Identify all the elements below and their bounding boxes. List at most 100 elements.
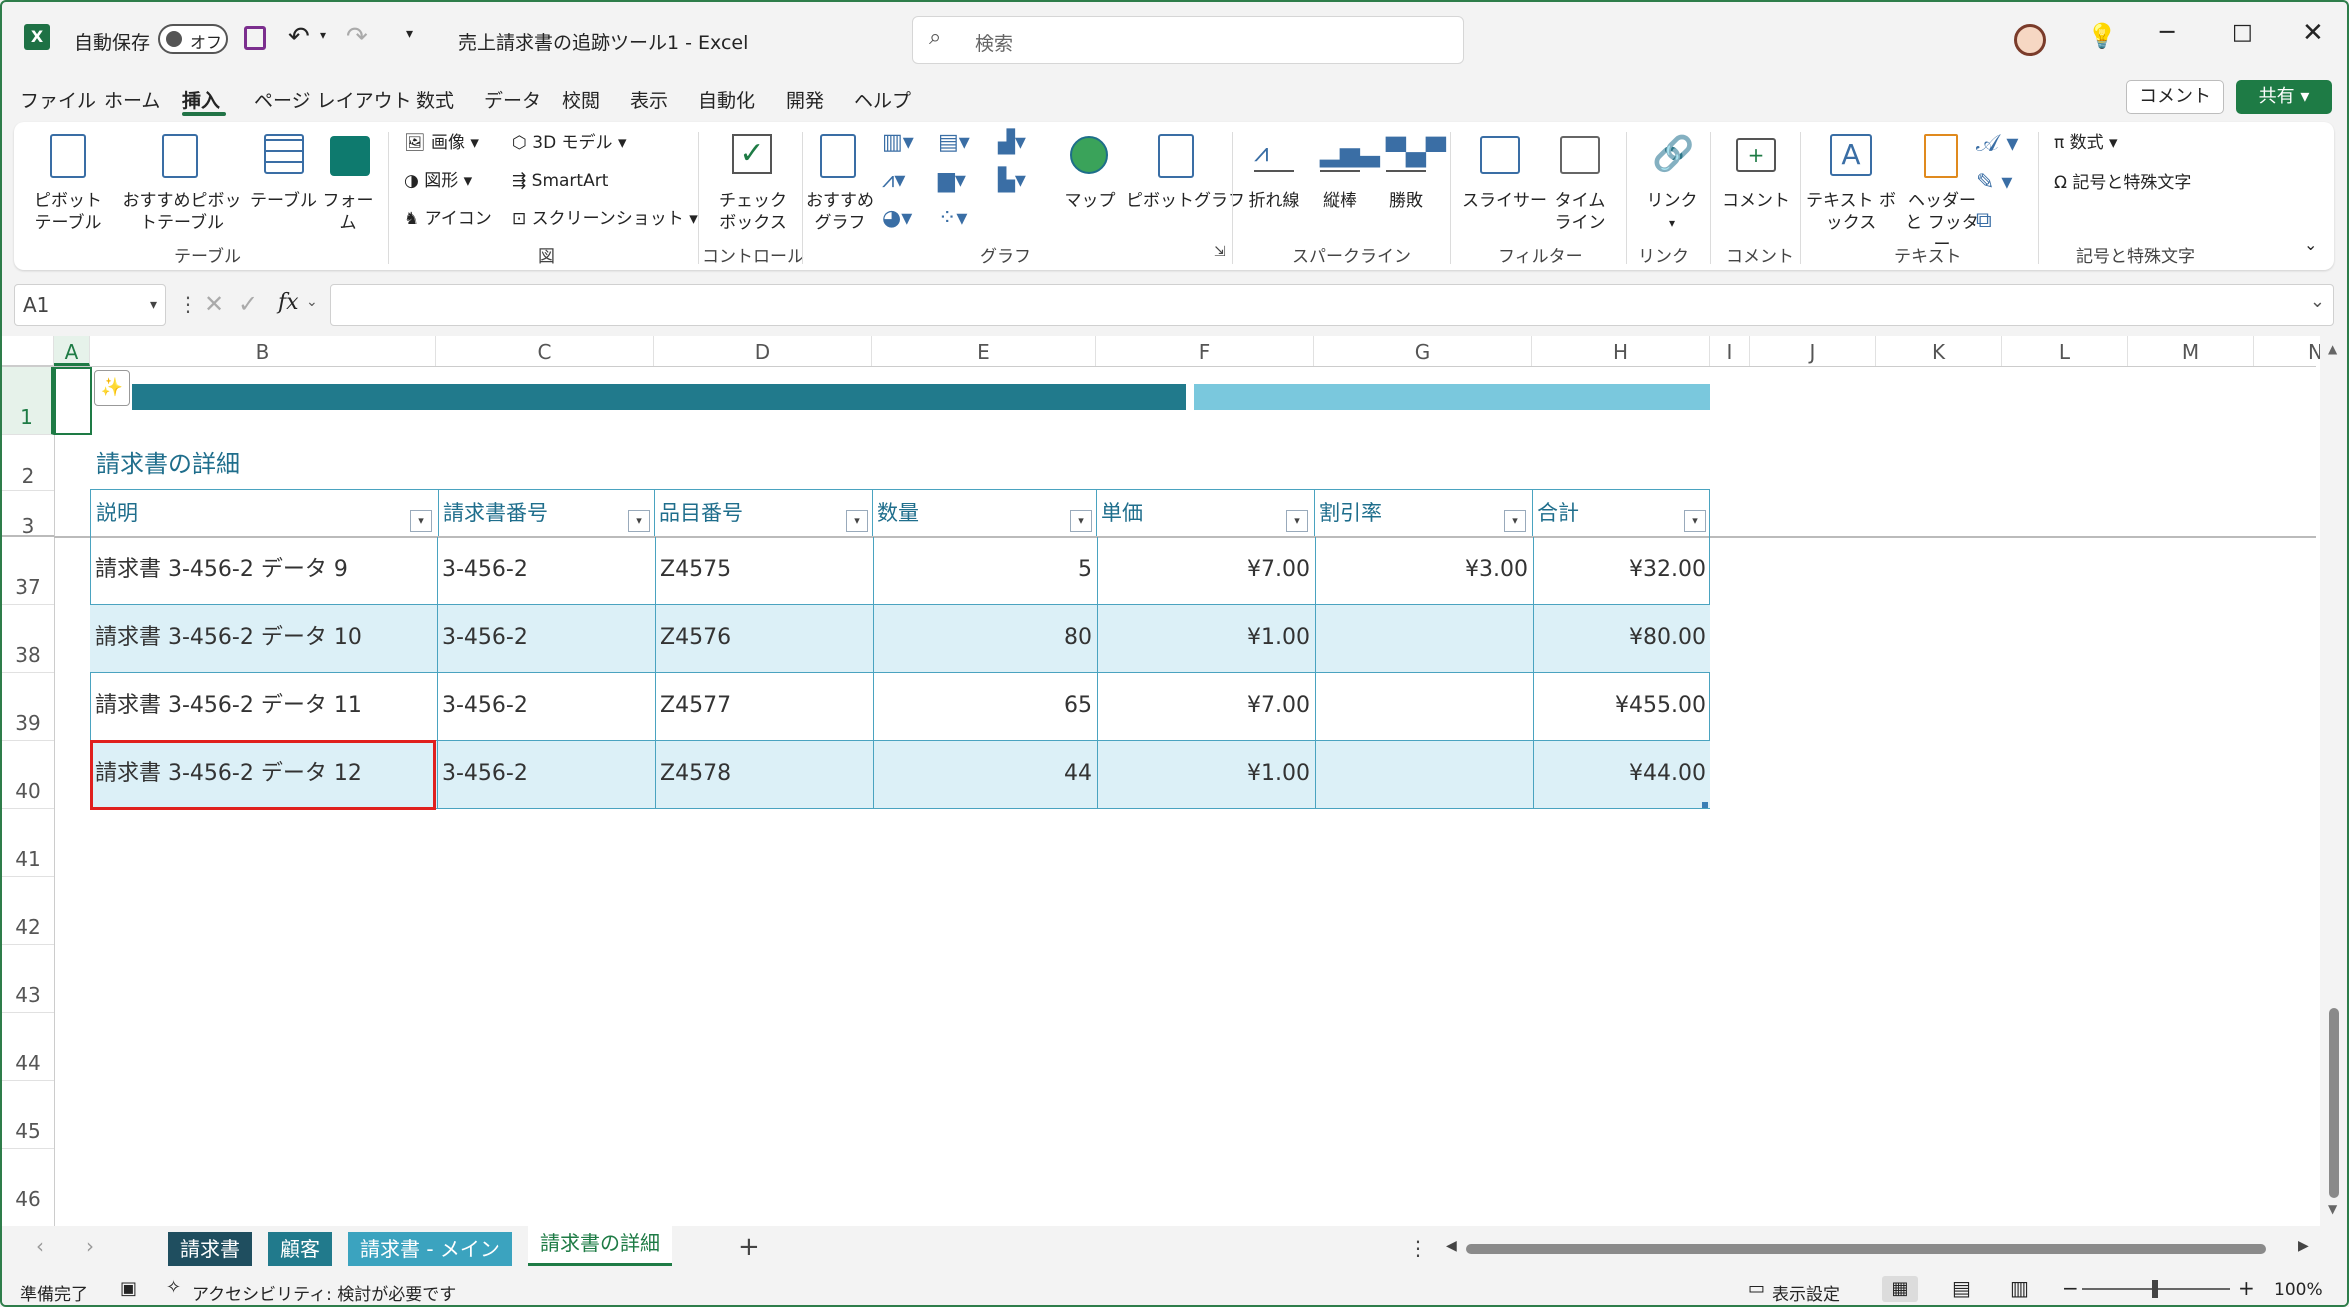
zoom-level[interactable]: 100% bbox=[2274, 1280, 2323, 1300]
table-cell[interactable]: ¥32.00 bbox=[1533, 537, 1710, 605]
object-icon[interactable]: ⧉ bbox=[1976, 210, 1992, 232]
menu-home[interactable]: ホーム bbox=[104, 86, 160, 113]
table-cell[interactable]: 5 bbox=[873, 537, 1096, 605]
horizontal-scroll-thumb[interactable] bbox=[1466, 1244, 2266, 1254]
icons-button[interactable]: ♞ アイコン bbox=[404, 208, 492, 230]
accessibility-icon[interactable]: ✧ bbox=[166, 1277, 181, 1298]
page-layout-view-icon[interactable]: ▤ bbox=[1952, 1276, 1971, 1300]
bar-chart-icon[interactable]: ▆▾ bbox=[938, 170, 966, 192]
col-header-c[interactable]: C bbox=[436, 336, 654, 366]
timeline-button[interactable]: タイム ライン bbox=[1548, 130, 1612, 240]
forms-button[interactable]: フォーム bbox=[320, 130, 376, 240]
scroll-up-icon[interactable]: ▲ bbox=[2328, 342, 2337, 356]
expand-formula-icon[interactable]: ⌄ bbox=[2310, 291, 2325, 312]
row-header-39[interactable]: 39 bbox=[2, 673, 54, 741]
select-all-corner[interactable] bbox=[2, 336, 54, 366]
cancel-entry-icon[interactable]: ✕ bbox=[204, 290, 224, 318]
autosave-toggle[interactable]: オフ bbox=[158, 24, 228, 54]
table-cell[interactable]: ¥1.00 bbox=[1097, 605, 1314, 673]
table-cell[interactable]: 3-456-2 bbox=[437, 741, 654, 809]
name-box[interactable]: A1 ▾ bbox=[14, 284, 166, 326]
row-header-43[interactable]: 43 bbox=[2, 945, 54, 1013]
sparkline-line-button[interactable]: ⩘ 折れ線 bbox=[1242, 130, 1306, 240]
search-box[interactable]: ⌕ 検索 bbox=[912, 16, 1464, 64]
menu-data[interactable]: データ bbox=[484, 86, 541, 113]
col-header-k[interactable]: K bbox=[1876, 336, 2002, 366]
line-chart-icon[interactable]: ⩘▾ bbox=[882, 170, 905, 192]
slicer-button[interactable]: スライサー bbox=[1462, 130, 1547, 240]
undo-dropdown-icon[interactable]: ▾ bbox=[320, 28, 326, 42]
normal-view-icon[interactable]: ▦ bbox=[1882, 1276, 1918, 1302]
zoom-out-icon[interactable]: − bbox=[2062, 1276, 2079, 1300]
maximize-icon[interactable]: □ bbox=[2232, 20, 2253, 45]
sparkline-winloss-button[interactable]: ▀▄▀ 勝敗 bbox=[1374, 130, 1446, 240]
worksheet-grid[interactable]: A B C D E F G H I J K L M N 1 2 3 37 38 … bbox=[2, 336, 2347, 1226]
cell-a1-selection[interactable] bbox=[54, 367, 92, 435]
scatter-chart-icon[interactable]: ⁘▾ bbox=[938, 208, 967, 230]
col-header-h[interactable]: H bbox=[1532, 336, 1710, 366]
minimize-icon[interactable]: ─ bbox=[2160, 18, 2174, 46]
col-header-l[interactable]: L bbox=[2002, 336, 2128, 366]
display-settings-icon[interactable]: ▭ bbox=[1748, 1278, 1765, 1299]
table-cell[interactable]: ¥1.00 bbox=[1097, 741, 1314, 809]
image-button[interactable]: 🖼 画像 ▾ bbox=[404, 132, 479, 154]
ribbon-collapse-icon[interactable]: ⌄ bbox=[2304, 234, 2317, 256]
menu-file[interactable]: ファイル bbox=[20, 86, 96, 113]
tab-invoice[interactable]: 請求書 bbox=[168, 1232, 252, 1266]
row-header-38[interactable]: 38 bbox=[2, 605, 54, 673]
row-header-37[interactable]: 37 bbox=[2, 537, 54, 605]
table-cell[interactable]: ¥455.00 bbox=[1533, 673, 1710, 741]
menu-review[interactable]: 校閲 bbox=[562, 86, 600, 113]
formula-bar-more-icon[interactable]: ⋮ bbox=[178, 292, 198, 316]
table-button[interactable]: テーブル bbox=[250, 130, 317, 240]
row-header-41[interactable]: 41 bbox=[2, 809, 54, 877]
pie-chart-icon[interactable]: ◕▾ bbox=[882, 208, 912, 230]
combo-chart-icon[interactable]: ▙▾ bbox=[998, 170, 1026, 192]
table-resize-handle[interactable] bbox=[1702, 802, 1708, 808]
row-header-44[interactable]: 44 bbox=[2, 1013, 54, 1081]
comment-button[interactable]: コメント bbox=[2126, 80, 2224, 114]
close-icon[interactable]: ✕ bbox=[2302, 18, 2324, 48]
macro-record-icon[interactable]: ▣ bbox=[120, 1278, 137, 1299]
save-icon[interactable] bbox=[244, 26, 266, 50]
menu-insert[interactable]: 挿入 bbox=[182, 86, 220, 113]
vertical-scrollbar[interactable]: ▲ ▼ bbox=[2320, 336, 2347, 1226]
table-cell[interactable]: Z4577 bbox=[655, 673, 872, 741]
quick-analysis-icon[interactable]: ✨ bbox=[94, 370, 130, 406]
avatar[interactable] bbox=[2014, 24, 2046, 56]
row-header-42[interactable]: 42 bbox=[2, 877, 54, 945]
row-header-46[interactable]: 46 bbox=[2, 1149, 54, 1217]
col-header-f[interactable]: F bbox=[1096, 336, 1314, 366]
table-cell[interactable]: 65 bbox=[873, 673, 1096, 741]
table-cell[interactable]: ¥7.00 bbox=[1097, 673, 1314, 741]
table-cell[interactable]: 3-456-2 bbox=[437, 605, 654, 673]
table-cell[interactable]: 請求書 3-456-2 データ 9 bbox=[91, 537, 436, 605]
share-button[interactable]: 共有 ▾ bbox=[2236, 80, 2332, 114]
table-cell[interactable] bbox=[1315, 673, 1532, 741]
pivot-chart-button[interactable]: ピボットグラフ bbox=[1126, 130, 1245, 240]
lightbulb-icon[interactable]: 💡 bbox=[2087, 22, 2117, 50]
map-button[interactable]: マップ bbox=[1060, 130, 1120, 240]
table-cell[interactable]: ¥3.00 bbox=[1315, 537, 1532, 605]
hierarchy-chart-icon[interactable]: ▤▾ bbox=[938, 132, 970, 154]
row-header-1[interactable]: 1 bbox=[2, 367, 54, 435]
recommended-chart-button[interactable]: おすすめ グラフ bbox=[804, 130, 876, 240]
confirm-entry-icon[interactable]: ✓ bbox=[238, 290, 258, 318]
table-cell[interactable]: 3-456-2 bbox=[437, 673, 654, 741]
col-header-b[interactable]: B bbox=[90, 336, 436, 366]
accessibility-status[interactable]: アクセシビリティ: 検討が必要です bbox=[192, 1280, 456, 1305]
add-sheet-icon[interactable]: + bbox=[738, 1232, 760, 1262]
tab-customers[interactable]: 顧客 bbox=[268, 1232, 332, 1266]
zoom-in-icon[interactable]: + bbox=[2238, 1276, 2255, 1300]
scroll-down-icon[interactable]: ▼ bbox=[2328, 1202, 2337, 1216]
insert-function-icon[interactable]: fx bbox=[278, 290, 299, 315]
col-header-m[interactable]: M bbox=[2128, 336, 2254, 366]
menu-help[interactable]: ヘルプ bbox=[854, 86, 911, 113]
table-cell[interactable]: Z4576 bbox=[655, 605, 872, 673]
col-header-g[interactable]: G bbox=[1314, 336, 1532, 366]
menu-automate[interactable]: 自動化 bbox=[698, 86, 755, 113]
link-button[interactable]: 🔗 リンク ▾ bbox=[1634, 130, 1710, 240]
vertical-scroll-thumb[interactable] bbox=[2329, 1008, 2339, 1198]
insert-function-dropdown-icon[interactable]: ⌄ bbox=[306, 294, 318, 310]
signature-icon[interactable]: ✎ ▾ bbox=[1976, 172, 2012, 194]
